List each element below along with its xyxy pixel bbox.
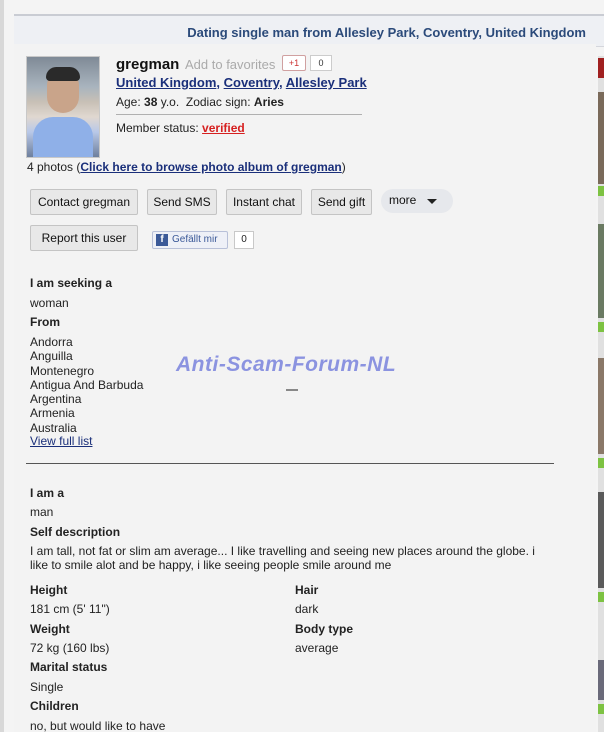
watermark-dash [286,389,298,391]
hair-title: Hair [295,583,319,597]
city-link[interactable]: Coventry [224,75,279,90]
page-title: Dating single man from Allesley Park, Co… [187,25,586,40]
sidebar-online-bar [598,186,604,196]
facebook-like-label: Gefällt mir [172,234,218,245]
seeking-title: I am seeking a [30,276,113,290]
list-item: Argentina [30,392,82,407]
window-left-edge [0,0,4,732]
age-label: Age: [116,95,141,109]
country-link[interactable]: United Kingdom [116,75,216,90]
body-type-value: average [295,641,339,655]
right-sidebar-strip [598,56,604,732]
avatar[interactable] [26,56,100,158]
header-bar: Dating single man from Allesley Park, Co… [14,14,604,47]
list-item: Armenia [30,406,75,421]
gplus-count: 0 [310,55,332,71]
self-description-title: Self description [30,525,121,539]
height-title: Height [30,583,68,597]
sidebar-thumb[interactable] [598,358,604,454]
list-item: Andorra [30,335,73,349]
avatar-hair [46,67,80,81]
list-item: Antigua And Barbuda [30,377,144,392]
more-label: more [389,193,417,207]
sidebar-online-bar [598,322,604,332]
page-frame: Dating single man from Allesley Park, Co… [0,0,604,733]
marital-status-title: Marital status [30,660,108,674]
photos-line: 4 photos (Click here to browse photo alb… [27,160,346,174]
from-title: From [30,315,60,329]
body-type-title: Body type [295,622,354,636]
children-title: Children [30,699,79,713]
watermark: Anti-Scam-Forum-NL [176,353,397,376]
contact-button[interactable]: Contact gregman [30,189,138,215]
age-value: 38 [144,95,158,109]
sidebar-thumb-red [598,58,604,78]
status-label: Member status: [116,121,199,135]
area-link[interactable]: Allesley Park [286,75,367,90]
zodiac-label: Zodiac sign: [185,95,251,109]
sidebar-thumb[interactable] [598,660,604,700]
status-badge[interactable]: verified [202,121,245,135]
weight-value: 72 kg (160 lbs) [30,641,110,655]
add-favorites-link[interactable]: Add to favorites [185,57,275,72]
age-line: Age: 38 y.o. Zodiac sign: Aries [116,95,284,109]
iam-title: I am a [30,486,65,500]
marital-status-value: Single [30,680,64,694]
facebook-like-count: 0 [234,231,254,249]
children-value: no, but would like to have [30,719,166,733]
list-item: Australia [30,420,77,435]
sidebar-online-bar [598,704,604,714]
sidebar-online-bar [598,458,604,468]
facebook-icon: f [156,234,168,246]
list-item: Montenegro [30,363,95,378]
section-divider [26,463,554,464]
view-full-list-link[interactable]: View full list [30,434,92,448]
height-value: 181 cm (5' 11") [30,602,110,616]
gplus-button[interactable]: +1 [282,55,306,71]
sidebar-thumb[interactable] [598,224,604,318]
weight-title: Weight [30,622,70,636]
username: gregman [116,56,180,73]
zodiac-value: Aries [253,95,284,109]
sidebar-thumb[interactable] [598,492,604,588]
seeking-value: woman [30,296,69,310]
avatar-shirt [33,117,93,157]
country-list: Andorra Anguilla Montenegro Antigua And … [30,335,143,435]
instant-chat-button[interactable]: Instant chat [226,189,302,215]
divider [116,114,362,115]
iam-value: man [30,505,54,519]
self-description-text: I am tall, not fat or slim am average...… [30,544,535,572]
photo-album-link[interactable]: Click here to browse photo album of greg… [80,160,341,174]
photos-count: 4 photos ( [27,160,81,174]
profile-panel: gregman Add to favorites +1 0 United Kin… [14,44,596,733]
chevron-down-icon [427,199,437,204]
sidebar-thumb[interactable] [598,92,604,184]
hair-value: dark [295,602,319,616]
photos-close: ) [341,160,346,174]
member-status: Member status: verified [116,121,245,135]
facebook-like-button[interactable]: f Gefällt mir [152,231,228,249]
send-sms-button[interactable]: Send SMS [147,189,217,215]
send-gift-button[interactable]: Send gift [311,189,372,215]
more-dropdown[interactable]: more [381,189,453,213]
list-item: Anguilla [30,349,73,364]
age-unit: y.o. [160,95,180,109]
location: United Kingdom, Coventry, Allesley Park [116,75,367,90]
report-user-button[interactable]: Report this user [30,225,138,251]
sidebar-online-bar [598,592,604,602]
